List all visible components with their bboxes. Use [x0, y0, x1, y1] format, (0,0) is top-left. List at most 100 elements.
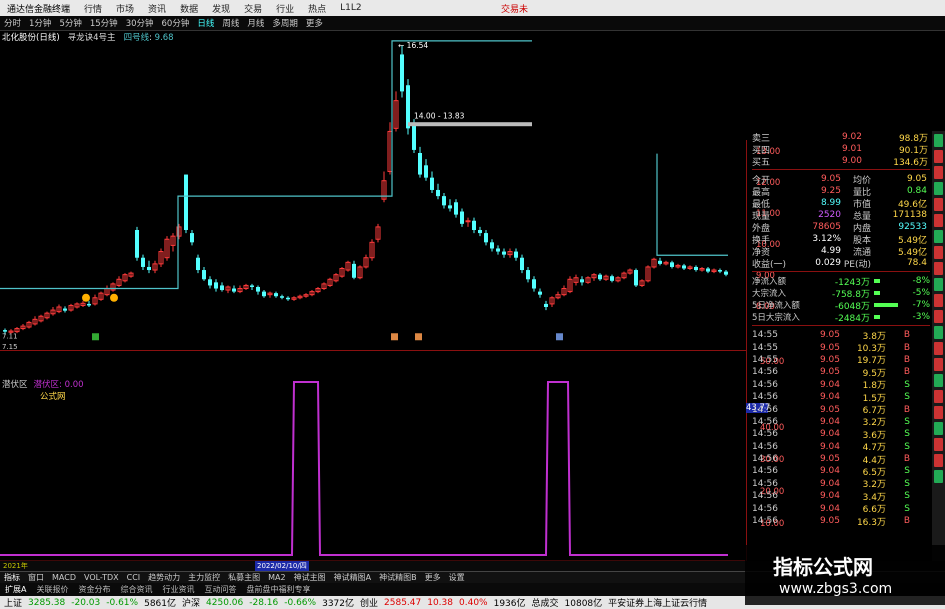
toolbar-icon[interactable]	[934, 198, 943, 211]
toolbar-icon[interactable]	[934, 278, 943, 291]
sub-tab[interactable]: 资金分布	[73, 584, 115, 595]
menu-item-discover[interactable]: 发现	[205, 2, 237, 15]
toolbar-icon[interactable]	[934, 454, 943, 467]
period-tab[interactable]: 1分钟	[25, 17, 55, 29]
period-tab-daily[interactable]: 日线	[193, 17, 218, 29]
event-marker-icon[interactable]	[415, 333, 422, 341]
period-tab-more[interactable]: 更多	[302, 17, 327, 29]
candle-body-down	[436, 189, 440, 197]
menu-item-data[interactable]: 数据	[173, 2, 205, 15]
sub-tab[interactable]: 互动问答	[199, 584, 241, 595]
period-tab[interactable]: 周线	[218, 17, 243, 29]
menu-bar: 通达信金融终端 行情 市场 资讯 数据 发现 交易 行业 热点 L1L2 交易未	[0, 0, 945, 16]
candle-body-down	[484, 233, 488, 243]
tick-row: 14:56 9.05 9.5万 B	[752, 366, 930, 379]
toolbar-icon[interactable]	[934, 182, 943, 195]
candle-body-down	[184, 174, 188, 230]
sub-tab[interactable]: 行业资讯	[157, 584, 199, 595]
period-tab[interactable]: 多周期	[268, 17, 302, 29]
toolbar-icon[interactable]	[934, 134, 943, 147]
toolbar-icon[interactable]	[934, 422, 943, 435]
indicator-tab[interactable]: 神试精图A	[330, 572, 375, 583]
indicator-chart[interactable]	[0, 377, 746, 561]
toolbar-icon[interactable]	[934, 246, 943, 259]
toolbar-icon[interactable]	[934, 310, 943, 323]
toolbar-icon[interactable]	[934, 342, 943, 355]
sh-label[interactable]: 上证	[4, 596, 22, 609]
indicator-tab[interactable]: MA2	[264, 573, 289, 582]
toolbar-icon[interactable]	[934, 150, 943, 163]
candle-body-down	[262, 291, 266, 297]
toolbar-icon[interactable]	[934, 358, 943, 371]
event-marker-icon[interactable]	[556, 333, 563, 341]
event-marker-icon[interactable]	[92, 333, 99, 341]
tick-price: 9.05	[819, 342, 840, 353]
toolbar-icon[interactable]	[934, 438, 943, 451]
sub-tab[interactable]: 盘前盘中福利专享	[241, 584, 315, 595]
indicator-tab[interactable]: 设置	[445, 572, 469, 583]
menu-item-l1l2[interactable]: L1L2	[333, 3, 368, 13]
indicator-tab[interactable]: 主力监控	[184, 572, 224, 583]
period-tab[interactable]: 月线	[243, 17, 268, 29]
toolbar-icon[interactable]	[934, 374, 943, 387]
tick-price: 9.05	[819, 454, 840, 465]
sz-label[interactable]: 沪深	[182, 596, 200, 609]
flow-bar	[874, 315, 880, 319]
indicator-tab[interactable]: 更多	[421, 572, 445, 583]
toolbar-icon[interactable]	[934, 470, 943, 483]
indicator-tab[interactable]: 窗口	[24, 572, 48, 583]
candle-body-down	[214, 282, 218, 289]
toolbar-icon[interactable]	[934, 326, 943, 339]
stock-name: 北化股份(日线)	[2, 33, 60, 43]
stat-row: 换手 3.12% 股本 5.49亿	[752, 233, 930, 246]
toolbar-icon[interactable]	[934, 166, 943, 179]
indicator-tab[interactable]: CCI	[123, 573, 145, 582]
period-tab[interactable]: 分时	[0, 17, 25, 29]
sub-tab[interactable]: 扩展A	[0, 584, 31, 595]
toolbar-icon[interactable]	[934, 294, 943, 307]
indicator-tab[interactable]: 神试主图	[290, 572, 330, 583]
menu-item-quotes[interactable]: 行情	[77, 2, 109, 15]
tick-volume: 1.5万	[862, 393, 886, 404]
sub-tab[interactable]: 关联报价	[31, 584, 73, 595]
indicator-tab[interactable]: 指标	[0, 572, 24, 583]
tick-row: 14:56 9.05 16.3万 B	[752, 515, 930, 528]
menu-item-hot[interactable]: 热点	[301, 2, 333, 15]
candlestick-chart[interactable]: ← 16.54 14.00 - 13.83 7.11 7.15	[0, 31, 746, 350]
candle-body-down	[532, 279, 536, 289]
toolbar-icon[interactable]	[934, 214, 943, 227]
menu-item-news[interactable]: 资讯	[141, 2, 173, 15]
event-marker-icon[interactable]	[391, 333, 398, 341]
tick-price: 9.04	[819, 392, 840, 403]
tick-direction: S	[904, 379, 910, 390]
sz-change: -28.16	[249, 597, 279, 608]
sub-tab[interactable]: 综合资讯	[115, 584, 157, 595]
signal-icon[interactable]	[82, 293, 90, 302]
sz-pct: -0.66%	[284, 597, 317, 608]
tick-row: 14:56 9.05 6.7万 B	[752, 403, 930, 417]
toolbar-icon[interactable]	[934, 406, 943, 419]
pane-divider[interactable]	[0, 350, 746, 351]
indicator-tab[interactable]: 神试精图B	[375, 572, 421, 583]
trade-shortcut[interactable]: 交易未	[494, 2, 535, 15]
indicator-tab[interactable]: 私募主图	[224, 572, 264, 583]
toolbar-icon[interactable]	[934, 262, 943, 275]
candle-body-down	[196, 257, 200, 271]
toolbar-icon[interactable]	[934, 230, 943, 243]
indicator-tab[interactable]: VOL-TDX	[80, 573, 123, 582]
candle-body-down	[496, 248, 500, 252]
tick-row: 14:56 9.04 3.4万 S	[752, 490, 930, 503]
menu-item-industry[interactable]: 行业	[269, 2, 301, 15]
cy-label[interactable]: 创业	[360, 596, 378, 609]
menu-item-market[interactable]: 市场	[109, 2, 141, 15]
period-tab[interactable]: 30分钟	[122, 17, 158, 29]
period-tab[interactable]: 5分钟	[55, 17, 85, 29]
signal-icon[interactable]	[110, 293, 118, 302]
toolbar-icon[interactable]	[934, 390, 943, 403]
period-tab[interactable]: 15分钟	[86, 17, 122, 29]
indicator-tab[interactable]: MACD	[48, 573, 80, 582]
stat-value: 78605	[812, 222, 841, 232]
menu-item-trade[interactable]: 交易	[237, 2, 269, 15]
indicator-tab[interactable]: 趋势动力	[144, 572, 184, 583]
period-tab[interactable]: 60分钟	[158, 17, 194, 29]
